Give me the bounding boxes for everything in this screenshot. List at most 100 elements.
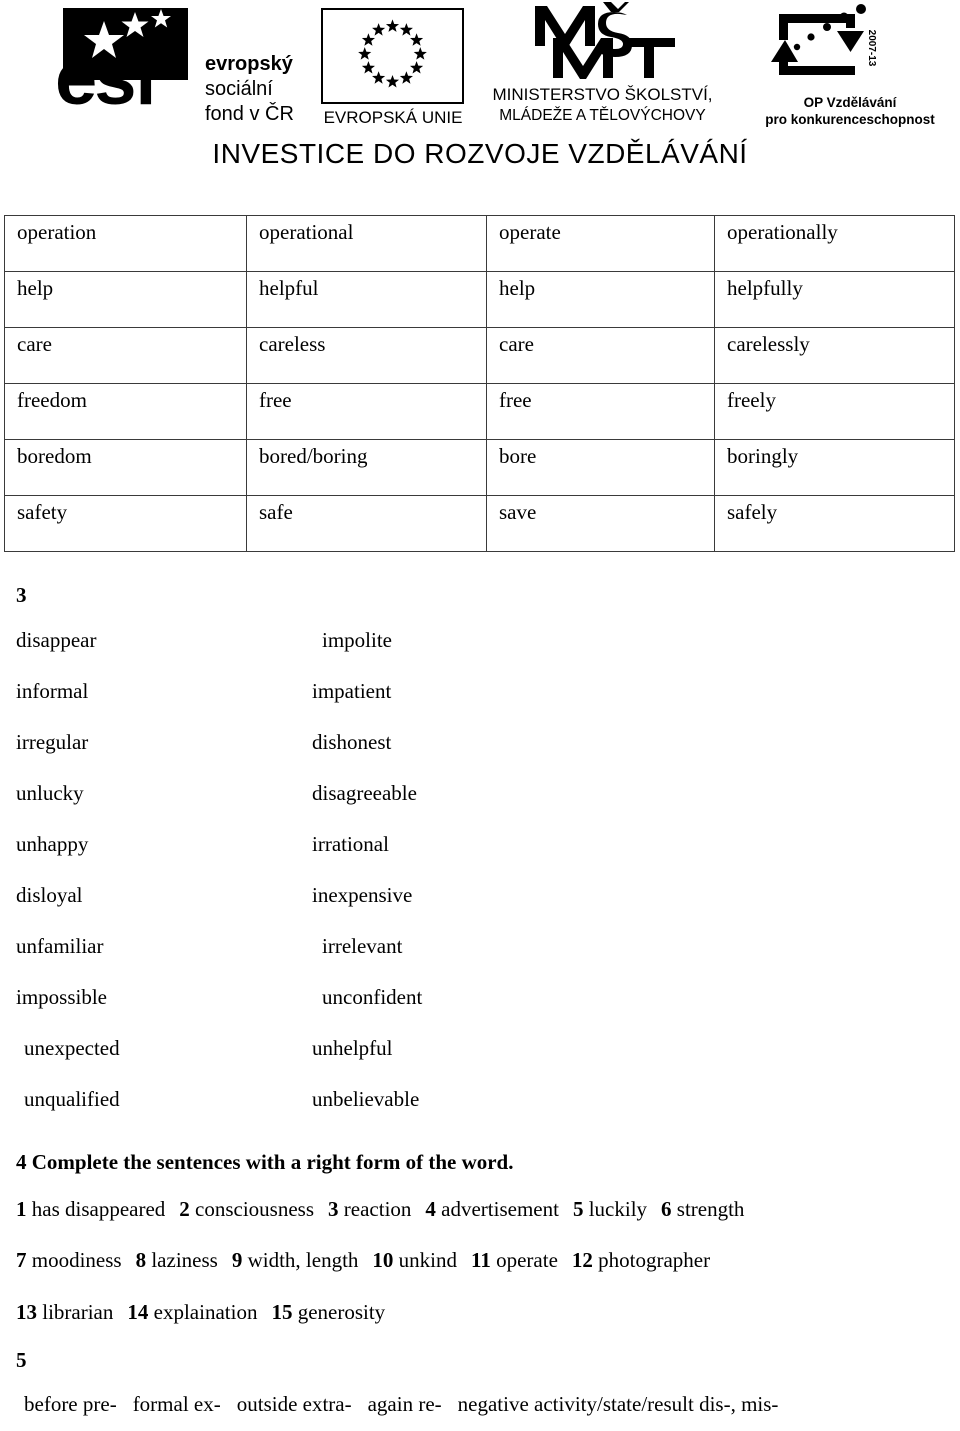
op-bracket-arrows-icon: 2007-13 xyxy=(771,4,877,75)
answer-item: 7 moodiness xyxy=(16,1248,122,1272)
word-left: unqualified xyxy=(24,1087,120,1111)
table-cell: freely xyxy=(714,383,955,440)
word-left: unexpected xyxy=(24,1036,120,1060)
answer-item: 1 has disappeared xyxy=(16,1197,165,1221)
msmt-logo: MINISTERSTVO ŠKOLSTVÍ, MLÁDEŽE A TĚLOVÝC… xyxy=(470,2,735,132)
eu-star xyxy=(399,71,413,84)
answer-text: librarian xyxy=(42,1300,114,1324)
section-3-number: 3 xyxy=(16,583,27,607)
word-left: unfamiliar xyxy=(16,934,104,958)
msmt-caption-line2: MLÁDEŽE A TĚLOVÝCHOVY xyxy=(499,107,706,124)
table-cell: help xyxy=(486,271,715,328)
esf-caption-line1: evropský xyxy=(205,53,293,75)
word-pair-row: unqualified unbelievable xyxy=(0,1087,560,1138)
msmt-logo-caption: MINISTERSTVO ŠKOLSTVÍ, MLÁDEŽE A TĚLOVÝC… xyxy=(470,84,735,126)
answer-text: moodiness xyxy=(31,1248,122,1272)
funding-logo-bar: esf evropský sociální fond v ČR EVROPSKÁ… xyxy=(0,0,960,188)
esf-wordmark: esf xyxy=(55,36,159,121)
answer-item: 2 consciousness xyxy=(179,1197,314,1221)
msmt-caption-line1: MINISTERSTVO ŠKOLSTVÍ, xyxy=(492,85,713,104)
answer-item: 13 librarian xyxy=(16,1300,113,1324)
word-pair-row: informal impatient xyxy=(0,679,560,730)
eu-star xyxy=(385,74,400,88)
eu-star xyxy=(399,23,413,36)
prefix-item: before pre- xyxy=(24,1392,117,1416)
eu-star xyxy=(410,61,424,74)
table-cell: free xyxy=(246,383,487,440)
answer-item: 4 advertisement xyxy=(425,1197,559,1221)
answer-number: 10 xyxy=(372,1248,394,1272)
table-row: boredom bored/boring bore boringly xyxy=(4,439,955,496)
investice-tagline: INVESTICE DO ROZVOJE VZDĚLÁVÁNÍ xyxy=(212,138,748,169)
word-left: disloyal xyxy=(16,883,83,907)
section-4-answers-line-3: 13 librarian 14 explaination 15 generosity xyxy=(16,1300,399,1325)
table-cell: care xyxy=(4,327,247,384)
answer-item: 12 photographer xyxy=(572,1248,710,1272)
answer-item: 5 luckily xyxy=(573,1197,647,1221)
eu-star xyxy=(372,71,386,84)
prefix-item: formal ex- xyxy=(132,1392,221,1416)
eu-star xyxy=(361,61,375,74)
section-4-heading: 4 Complete the sentences with a right fo… xyxy=(16,1150,514,1174)
esf-caption-line3: fond v ČR xyxy=(205,103,294,125)
answer-text: consciousness xyxy=(195,1197,315,1221)
eu-stars-icon xyxy=(358,19,427,88)
table-cell: help xyxy=(4,271,247,328)
word-pair-row: unexpected unhelpful xyxy=(0,1036,560,1087)
eu-star xyxy=(385,19,400,32)
table-cell: safety xyxy=(4,495,247,552)
esf-logo-caption: evropský sociální fond v ČR xyxy=(205,52,294,127)
answer-number: 2 xyxy=(179,1197,190,1221)
answer-item: 11 operate xyxy=(471,1248,558,1272)
answer-text: explaination xyxy=(153,1300,258,1324)
answer-number: 11 xyxy=(471,1248,491,1272)
table-row: help helpful help helpfully xyxy=(4,271,955,328)
prefix-item: again re- xyxy=(367,1392,442,1416)
answer-text: unkind xyxy=(398,1248,457,1272)
table-cell: operation xyxy=(4,215,247,272)
answer-number: 1 xyxy=(16,1197,27,1221)
table-cell: operationally xyxy=(714,215,955,272)
word-left: informal xyxy=(16,679,89,703)
esf-logo: esf evropský sociální fond v ČR xyxy=(55,8,315,130)
op-caption-line2: pro konkurenceschopnost xyxy=(765,112,935,127)
answer-number: 7 xyxy=(16,1248,27,1272)
word-right: unconfident xyxy=(322,985,423,1009)
msmt-monogram-icon xyxy=(535,2,675,79)
word-right: unhelpful xyxy=(312,1036,393,1060)
op-caption-line1: OP Vzdělávání xyxy=(803,95,897,110)
answer-text: has disappeared xyxy=(31,1197,166,1221)
answer-text: laziness xyxy=(151,1248,218,1272)
section-4-answers-line-1: 1 has disappeared 2 consciousness 3 reacti… xyxy=(16,1197,758,1222)
answer-item: 14 explaination xyxy=(127,1300,257,1324)
word-pair-row: unhappy irrational xyxy=(0,832,560,883)
table-cell: carelessly xyxy=(714,327,955,384)
answer-text: luckily xyxy=(588,1197,648,1221)
table-cell: bore xyxy=(486,439,715,496)
table-cell: safe xyxy=(246,495,487,552)
esf-logo-mark: esf xyxy=(55,8,210,130)
table-cell: careless xyxy=(246,327,487,384)
table-cell: safely xyxy=(714,495,955,552)
op-logo-caption: OP Vzdělávání pro konkurenceschopnost xyxy=(755,94,945,128)
answer-text: strength xyxy=(676,1197,745,1221)
prefix-item: outside extra- xyxy=(236,1392,352,1416)
word-right: irrational xyxy=(312,832,389,856)
table-row: safety safe save safely xyxy=(4,495,955,552)
table-cell: bored/boring xyxy=(246,439,487,496)
word-right: impolite xyxy=(322,628,392,652)
svg-text:2007-13: 2007-13 xyxy=(866,30,877,67)
word-pair-row: disloyal inexpensive xyxy=(0,883,560,934)
section-5-prefix-list: before pre-formal ex-outside extra-again… xyxy=(24,1392,794,1417)
section-4-answers-line-2: 7 moodiness 8 laziness 9 width, length 10 u… xyxy=(16,1248,724,1273)
table-cell: helpfully xyxy=(714,271,955,328)
table-cell: boredom xyxy=(4,439,247,496)
answer-number: 8 xyxy=(135,1248,147,1272)
table-cell: helpful xyxy=(246,271,487,328)
table-row: freedom free free freely xyxy=(4,383,955,440)
answer-item: 9 width, length xyxy=(232,1248,359,1272)
table-row: care careless care carelessly xyxy=(4,327,955,384)
eu-star xyxy=(361,33,375,46)
answer-item: 15 generosity xyxy=(271,1300,385,1324)
section-5-number: 5 xyxy=(16,1348,27,1372)
